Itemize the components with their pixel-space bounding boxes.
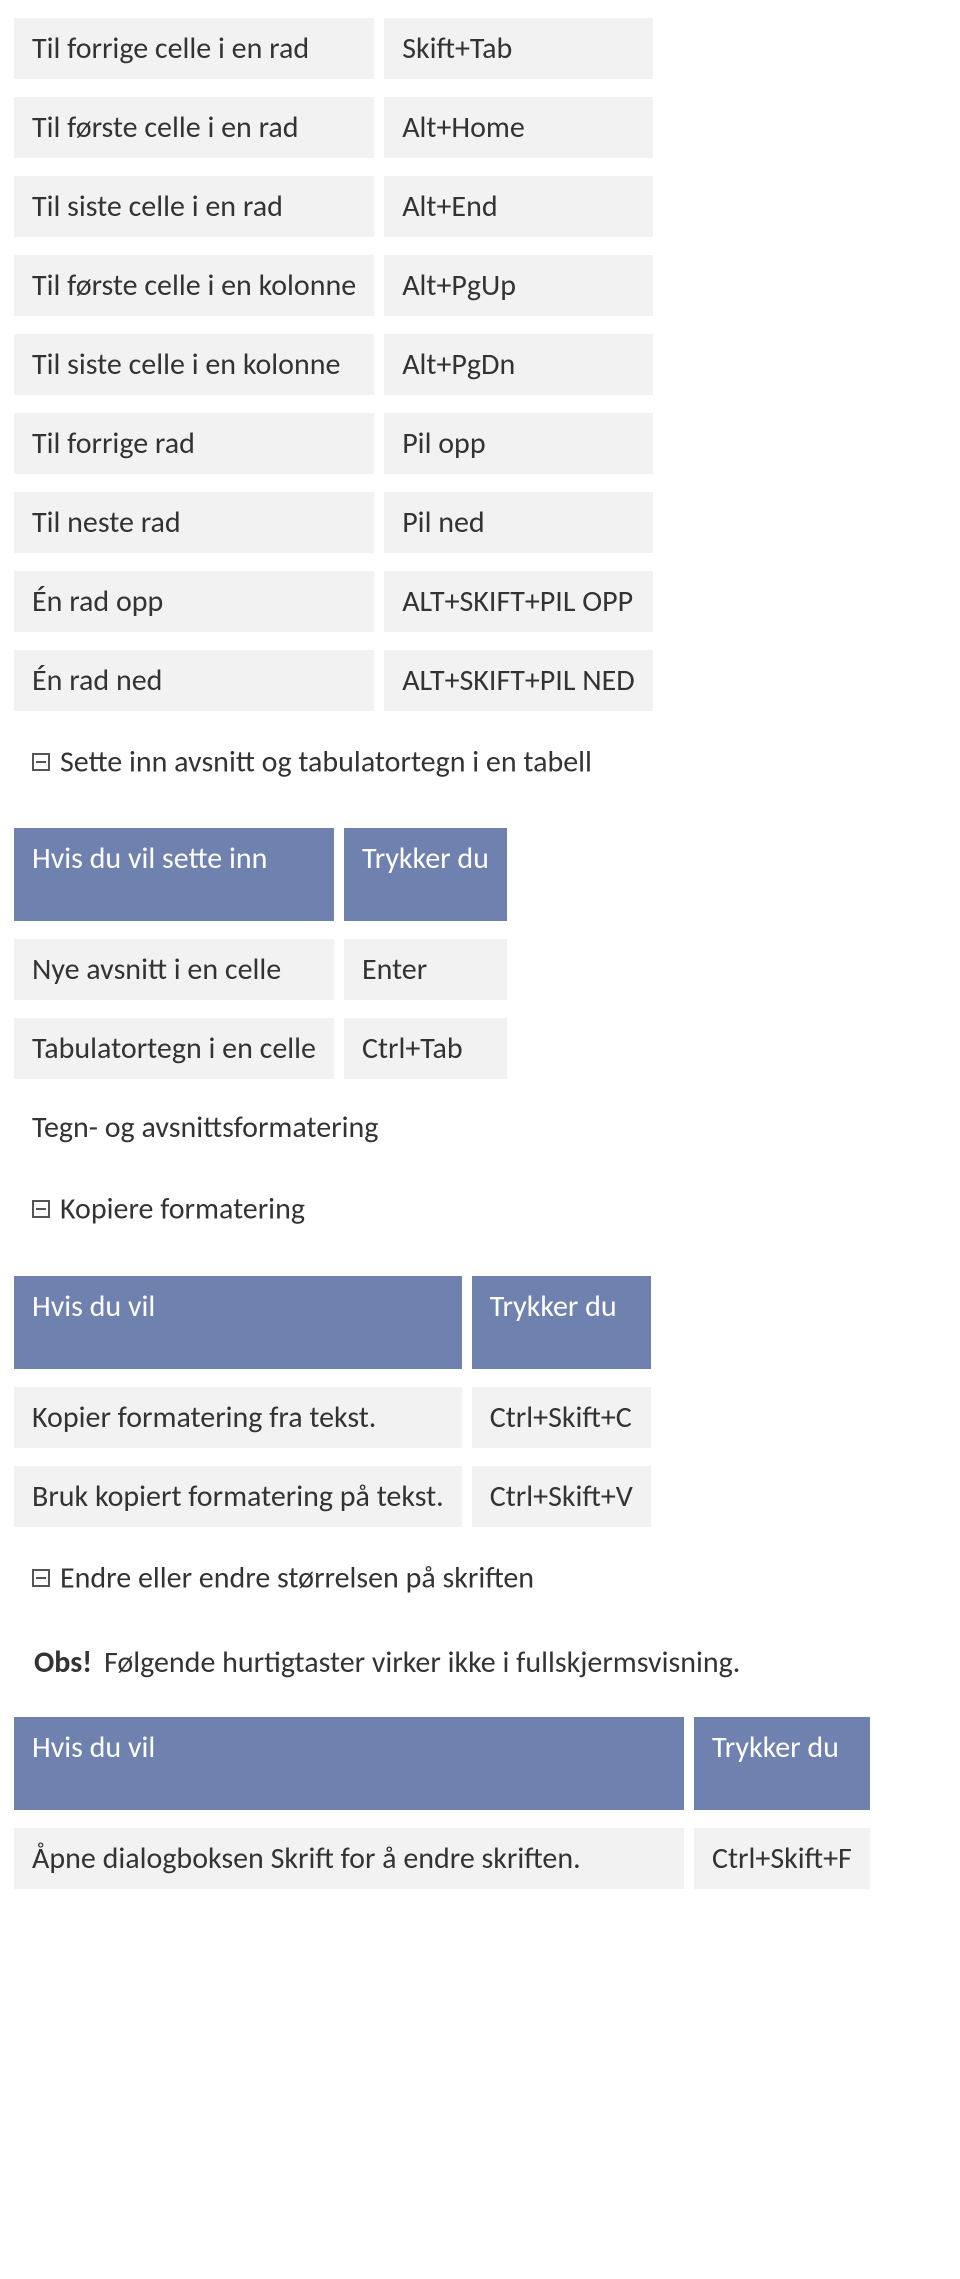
table-row: Til siste celle i en radAlt+End — [14, 176, 653, 237]
cell-action: Tabulatortegn i en celle — [14, 1018, 334, 1079]
table-row: Én rad oppALT+SKIFT+PIL OPP — [14, 571, 653, 632]
cell-action: Én rad opp — [14, 571, 374, 632]
section-heading-row: Endre eller endre størrelsen på skriften — [14, 1545, 651, 1608]
cell-key: Enter — [344, 939, 507, 1000]
cell-key: Ctrl+Skift+V — [472, 1466, 651, 1527]
header-action: Hvis du vil — [14, 1276, 462, 1369]
table-row: Åpne dialogboksen Skrift for å endre skr… — [14, 1828, 870, 1889]
cell-action: Bruk kopiert formatering på tekst. — [14, 1466, 462, 1527]
cell-key: Pil ned — [384, 492, 653, 553]
table-font: Hvis du vil Trykker du Åpne dialogboksen… — [4, 1699, 880, 1907]
cell-key: Alt+End — [384, 176, 653, 237]
cell-action: Til siste celle i en rad — [14, 176, 374, 237]
table-header-row: Hvis du vil Trykker du — [14, 1717, 870, 1810]
cell-action: Til forrige rad — [14, 413, 374, 474]
table-navigation: Til forrige celle i en radSkift+Tab Til … — [4, 0, 663, 810]
table-insert: Hvis du vil sette inn Trykker du Nye avs… — [4, 810, 517, 1257]
cell-key: Ctrl+Skift+C — [472, 1387, 651, 1448]
cell-key: Ctrl+Tab — [344, 1018, 507, 1079]
note-line: Obs! Følgende hurtigtaster virker ikke i … — [0, 1644, 960, 1681]
cell-action: Til forrige celle i en rad — [14, 18, 374, 79]
section-heading: Endre eller endre størrelsen på skriften — [14, 1545, 651, 1608]
table-row: Til forrige radPil opp — [14, 413, 653, 474]
cell-action: Nye avsnitt i en celle — [14, 939, 334, 1000]
table-row: Til forrige celle i en radSkift+Tab — [14, 18, 653, 79]
cell-key: Ctrl+Skift+F — [694, 1828, 870, 1889]
section-title: Endre eller endre størrelsen på skriften — [60, 1559, 534, 1596]
table-row: Kopier formatering fra tekst.Ctrl+Skift+… — [14, 1387, 651, 1448]
table-row: Til første celle i en radAlt+Home — [14, 97, 653, 158]
collapse-icon — [32, 1569, 50, 1587]
table-row: Til første celle i en kolonneAlt+PgUp — [14, 255, 653, 316]
cell-action: Til siste celle i en kolonne — [14, 334, 374, 395]
header-key: Trykker du — [344, 828, 507, 921]
table-header-row: Hvis du vil Trykker du — [14, 1276, 651, 1369]
section-heading-row: Sette inn avsnitt og tabulatortegn i en … — [14, 729, 653, 792]
cell-key: Alt+PgDn — [384, 334, 653, 395]
header-action: Hvis du vil — [14, 1717, 684, 1810]
table-row: Til siste celle i en kolonneAlt+PgDn — [14, 334, 653, 395]
heading-row: Tegn- og avsnittsformatering — [14, 1097, 507, 1158]
cell-action: Åpne dialogboksen Skrift for å endre skr… — [14, 1828, 684, 1889]
note-label: Obs! — [34, 1644, 92, 1681]
cell-key: Skift+Tab — [384, 18, 653, 79]
table-row: Bruk kopiert formatering på tekst.Ctrl+S… — [14, 1466, 651, 1527]
section-title: Kopiere formatering — [60, 1191, 305, 1228]
note-text: Følgende hurtigtaster virker ikke i full… — [104, 1644, 740, 1681]
header-action: Hvis du vil sette inn — [14, 828, 334, 921]
section-heading: Kopiere formatering — [14, 1176, 507, 1239]
section-heading: Sette inn avsnitt og tabulatortegn i en … — [14, 729, 653, 792]
cell-action: Kopier formatering fra tekst. — [14, 1387, 462, 1448]
document: Til forrige celle i en radSkift+Tab Til … — [0, 0, 960, 1907]
heading-formatting: Tegn- og avsnittsformatering — [14, 1097, 507, 1158]
cell-action: Til neste rad — [14, 492, 374, 553]
table-row: Én rad nedALT+SKIFT+PIL NED — [14, 650, 653, 711]
cell-key: Pil opp — [384, 413, 653, 474]
header-key: Trykker du — [694, 1717, 870, 1810]
collapse-icon — [32, 753, 50, 771]
section-title: Sette inn avsnitt og tabulatortegn i en … — [60, 743, 592, 780]
table-header-row: Hvis du vil sette inn Trykker du — [14, 828, 507, 921]
cell-key: ALT+SKIFT+PIL OPP — [384, 571, 653, 632]
cell-action: Til første celle i en rad — [14, 97, 374, 158]
section-heading-row: Kopiere formatering — [14, 1176, 507, 1239]
cell-action: Til første celle i en kolonne — [14, 255, 374, 316]
collapse-icon — [32, 1200, 50, 1218]
table-row: Til neste radPil ned — [14, 492, 653, 553]
header-key: Trykker du — [472, 1276, 651, 1369]
table-copy-formatting: Hvis du vil Trykker du Kopier formaterin… — [4, 1258, 661, 1626]
cell-key: Alt+Home — [384, 97, 653, 158]
table-row: Tabulatortegn i en celleCtrl+Tab — [14, 1018, 507, 1079]
table-row: Nye avsnitt i en celleEnter — [14, 939, 507, 1000]
cell-key: Alt+PgUp — [384, 255, 653, 316]
cell-action: Én rad ned — [14, 650, 374, 711]
cell-key: ALT+SKIFT+PIL NED — [384, 650, 653, 711]
